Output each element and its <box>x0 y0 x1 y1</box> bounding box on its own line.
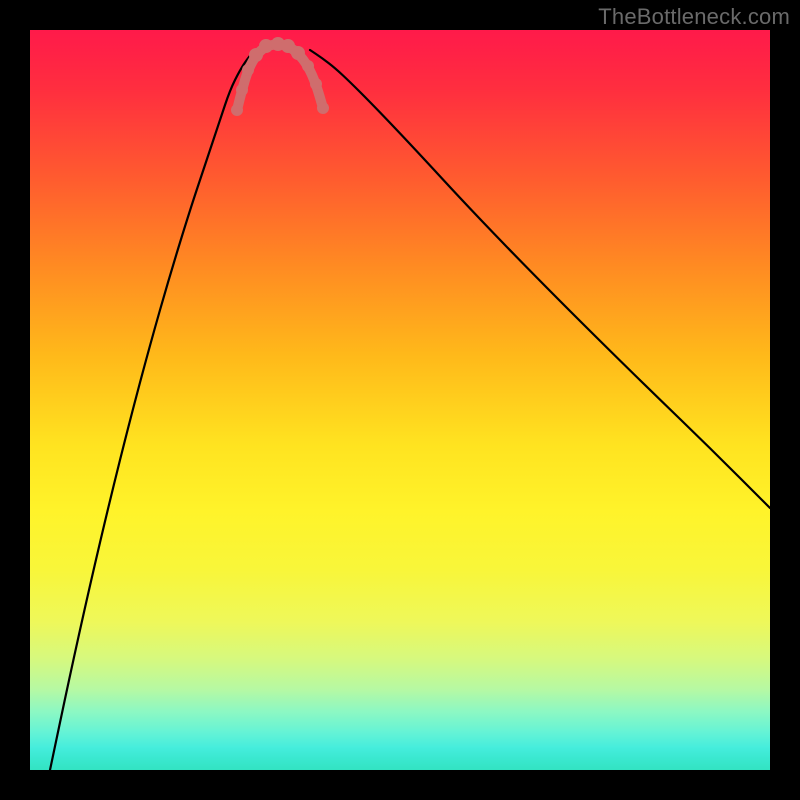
series-group <box>50 45 770 771</box>
marker-point <box>259 39 273 53</box>
marker-point <box>310 78 322 90</box>
chart-svg <box>30 30 770 770</box>
chart-frame: TheBottleneck.com <box>0 0 800 800</box>
marker-point <box>291 46 305 60</box>
series-right-curve <box>310 50 770 508</box>
marker-point <box>302 60 314 72</box>
watermark-text: TheBottleneck.com <box>598 4 790 30</box>
marker-point <box>242 64 254 76</box>
marker-point <box>231 104 243 116</box>
plot-area <box>30 30 770 770</box>
marker-point <box>317 102 329 114</box>
marker-point <box>236 84 248 96</box>
series-left-curve <box>50 50 255 770</box>
